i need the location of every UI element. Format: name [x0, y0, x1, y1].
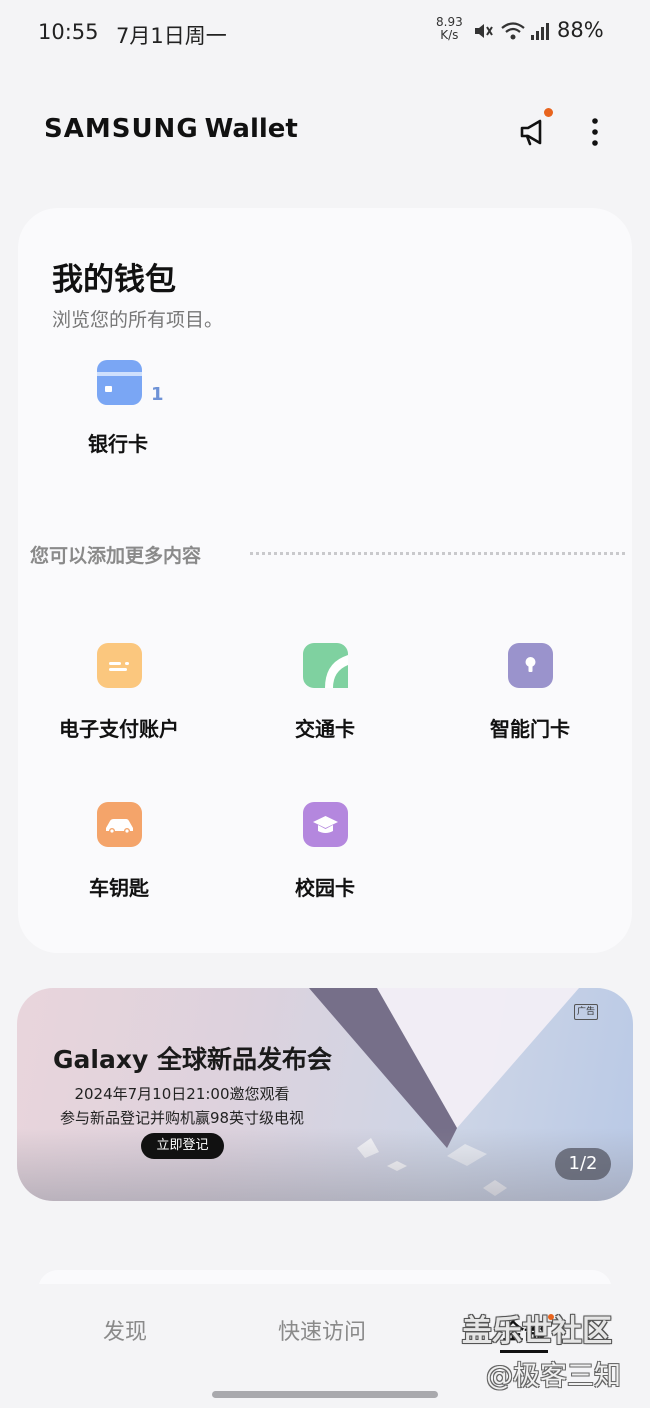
signal-icon [531, 23, 549, 40]
section-divider [250, 552, 625, 555]
add-transit-card[interactable]: 交通卡 [240, 643, 410, 753]
smart-key-label: 智能门卡 [490, 717, 570, 741]
bank-card-count: 1 [151, 384, 164, 405]
add-campus-card[interactable]: 校园卡 [240, 802, 410, 912]
tab-discover[interactable]: 发现 [103, 1314, 147, 1346]
brand-name: SAMSUNG [44, 114, 199, 144]
mute-icon [475, 24, 493, 38]
transit-card-label: 交通卡 [295, 717, 355, 741]
bank-card-item[interactable]: 1 银行卡 [78, 358, 168, 458]
announcement-button[interactable] [515, 108, 555, 152]
more-vertical-icon [592, 118, 598, 146]
battery-level: 88% [557, 18, 604, 42]
car-key-icon [97, 802, 142, 847]
add-more-title: 您可以添加更多内容 [30, 545, 202, 567]
wallet-title: 我的钱包 [52, 262, 176, 298]
bank-card-icon [97, 360, 142, 405]
ad-tag: 广告 [574, 1004, 598, 1020]
bottom-navigation: 发现 快速访问 全部 盖乐世社区 @极客三知 [0, 1284, 650, 1408]
promo-banner[interactable]: Galaxy 全球新品发布会 2024年7月10日21:00邀您观看 参与新品登… [17, 988, 633, 1201]
wifi-icon [501, 22, 525, 40]
campus-card-label: 校园卡 [295, 876, 355, 900]
app-logo: SAMSUNG Wallet [44, 114, 298, 144]
active-tab-indicator [500, 1350, 548, 1353]
watermark-author: @极客三知 [486, 1361, 621, 1392]
wallet-subtitle: 浏览您的所有项目。 [52, 309, 224, 331]
banner-line-2: 参与新品登记并购机赢98英寸级电视 [59, 1109, 305, 1127]
product-name: Wallet [204, 114, 298, 144]
add-payment-account[interactable]: 电子支付账户 [34, 643, 204, 753]
payment-account-label: 电子支付账户 [59, 717, 179, 741]
payment-account-icon [97, 643, 142, 688]
status-time: 10:55 [38, 20, 99, 44]
banner-line-1: 2024年7月10日21:00邀您观看 [74, 1085, 290, 1103]
status-date: 7月1日周一 [116, 24, 227, 48]
register-now-button[interactable]: 立即登记 [141, 1133, 224, 1159]
notification-dot [544, 108, 553, 117]
home-indicator[interactable] [212, 1391, 438, 1398]
banner-title: Galaxy 全球新品发布会 [53, 1045, 332, 1074]
transit-card-icon [303, 643, 348, 688]
tab-quick-access[interactable]: 快速访问 [278, 1314, 366, 1346]
campus-card-icon [303, 802, 348, 847]
network-speed-unit: K/s [440, 28, 459, 42]
bank-card-label: 银行卡 [88, 432, 148, 456]
banner-page-indicator: 1/2 [555, 1148, 611, 1180]
status-bar: 10:55 7月1日周一 8.93 K/s 88% [0, 0, 650, 64]
megaphone-icon [520, 119, 542, 146]
network-speed: 8.93 K/s [436, 16, 463, 42]
add-smart-key[interactable]: 智能门卡 [445, 643, 615, 753]
add-car-key[interactable]: 车钥匙 [34, 802, 204, 912]
smart-key-icon [508, 643, 553, 688]
more-options-button[interactable] [575, 112, 615, 152]
watermark-community: 盖乐世社区 [462, 1314, 612, 1349]
car-key-label: 车钥匙 [89, 876, 149, 900]
my-wallet-card: 我的钱包 浏览您的所有项目。 1 银行卡 您可以添加更多内容 电子支付账户 交通… [18, 208, 632, 953]
